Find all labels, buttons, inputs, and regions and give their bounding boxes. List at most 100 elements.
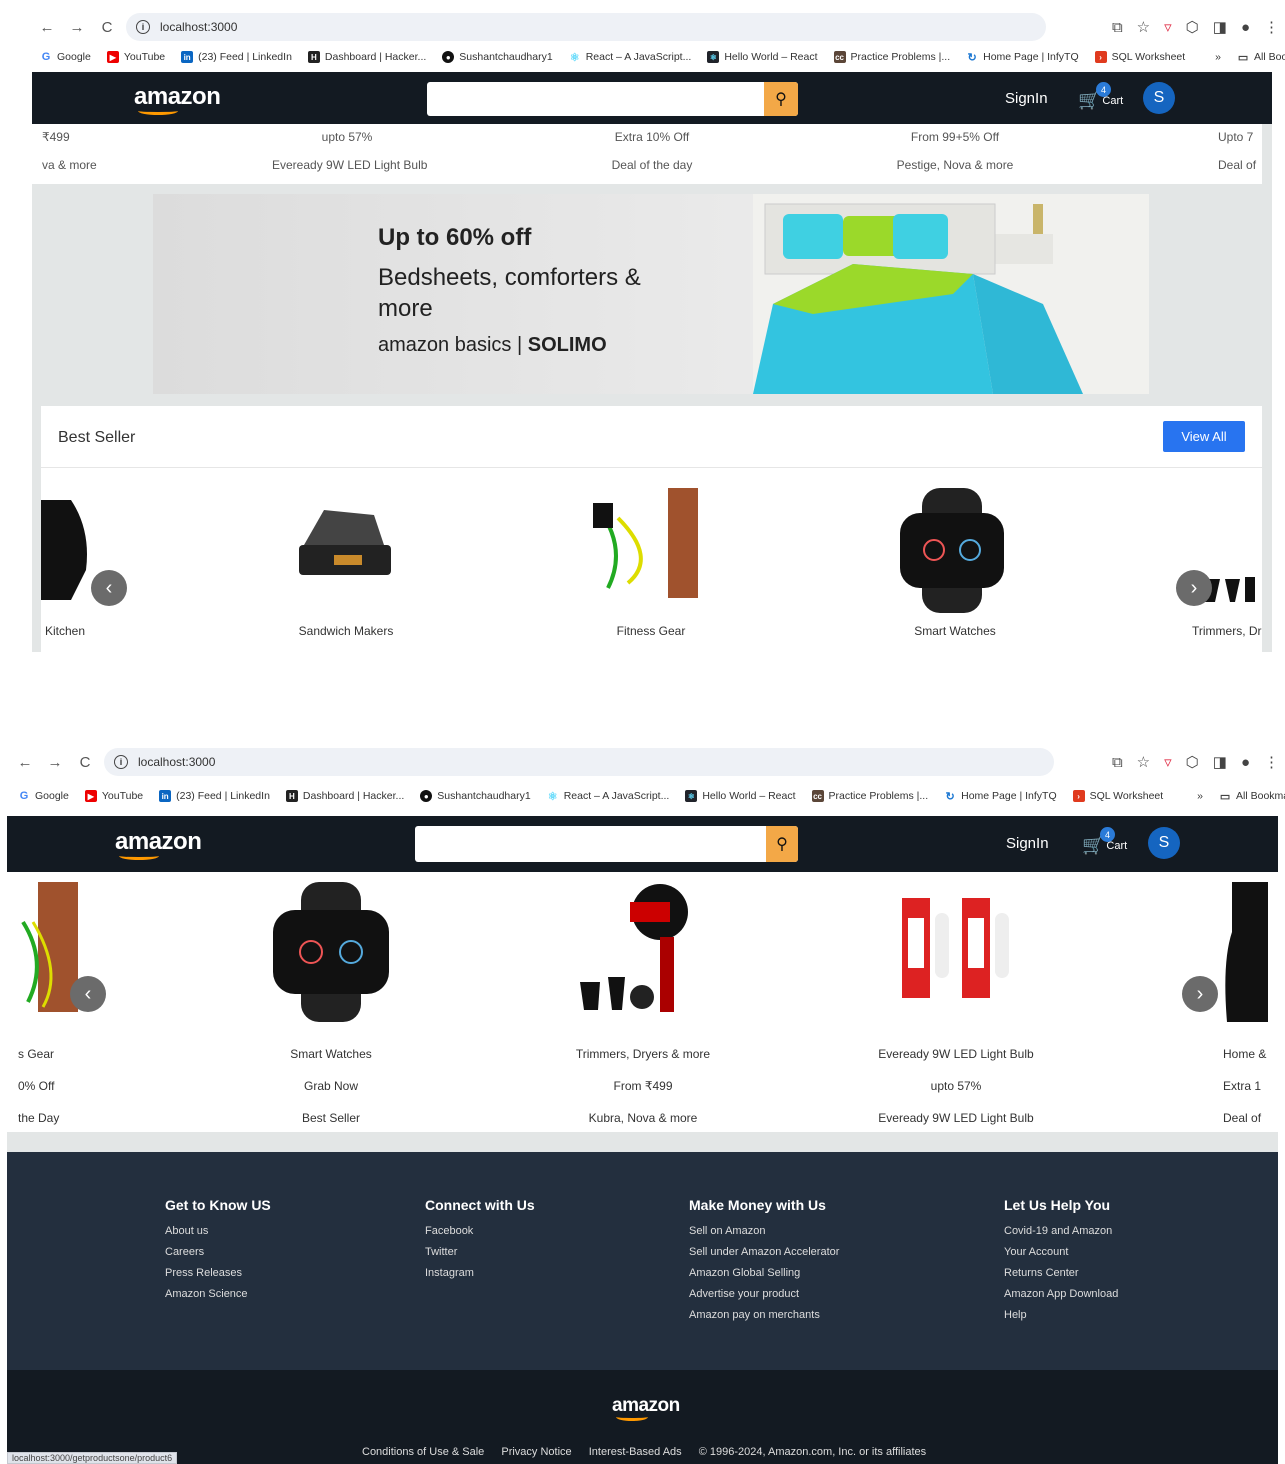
deal-item[interactable]: Upto 7 Deal of: [1218, 130, 1256, 172]
footer-link[interactable]: Press Releases: [165, 1267, 271, 1279]
bookmark-hello-world[interactable]: ⚛ Hello World – React: [707, 51, 818, 63]
bookmark-github[interactable]: ● Sushantchaudhary1: [442, 51, 553, 63]
product-label[interactable]: Kitchen: [45, 624, 85, 638]
footer-link[interactable]: Twitter: [425, 1246, 535, 1258]
bookmark-hackerrank[interactable]: H Dashboard | Hacker...: [285, 790, 404, 802]
bookmark-codechef[interactable]: cc Practice Problems |...: [811, 790, 928, 802]
promo-banner[interactable]: Up to 60% off Bedsheets, comforters & mo…: [153, 194, 1149, 394]
signin-link[interactable]: SignIn: [1005, 90, 1048, 107]
bookmark-youtube[interactable]: ▶ YouTube: [84, 790, 143, 802]
footer-link[interactable]: About us: [165, 1225, 271, 1237]
back-icon[interactable]: ←: [32, 19, 62, 36]
info-icon[interactable]: i: [136, 20, 150, 34]
star-icon[interactable]: ☆: [1137, 753, 1150, 771]
deal-item[interactable]: Extra 10% Off Deal of the day: [577, 130, 727, 172]
product-card[interactable]: s Gear 0% Off the Day: [18, 1038, 59, 1134]
footer-link[interactable]: Advertise your product: [689, 1288, 839, 1300]
interest-ads-link[interactable]: Interest-Based Ads: [589, 1446, 682, 1458]
product-label[interactable]: Smart Watches: [880, 624, 1030, 638]
info-icon[interactable]: i: [114, 755, 128, 769]
bookmark-google[interactable]: G Google: [40, 51, 91, 63]
bookmark-youtube[interactable]: ▶ YouTube: [106, 51, 165, 63]
footer-amazon-logo[interactable]: amazon: [612, 1395, 680, 1421]
pocket-icon[interactable]: ▿: [1164, 18, 1172, 36]
bookmark-hackerrank[interactable]: H Dashboard | Hacker...: [307, 51, 426, 63]
product-label[interactable]: Fitness Gear: [576, 624, 726, 638]
footer-link[interactable]: Your Account: [1004, 1246, 1118, 1258]
footer-link[interactable]: Sell under Amazon Accelerator: [689, 1246, 839, 1258]
pocket-icon[interactable]: ▿: [1164, 753, 1172, 771]
search-input[interactable]: [427, 82, 798, 116]
product-label[interactable]: Sandwich Makers: [271, 624, 421, 638]
bookmark-github[interactable]: ● Sushantchaudhary1: [420, 790, 531, 802]
more-bookmarks[interactable]: »: [1215, 51, 1221, 63]
bookmark-infytq[interactable]: ↻ Home Page | InfyTQ: [966, 51, 1079, 64]
menu-icon[interactable]: ⋮: [1264, 753, 1279, 771]
search-icon[interactable]: ⚲: [764, 82, 798, 116]
product-card[interactable]: Eveready 9W LED Light Bulb upto 57% Ever…: [870, 1038, 1042, 1134]
bookmark-sql[interactable]: › SQL Worksheet: [1094, 51, 1185, 63]
footer-link[interactable]: Instagram: [425, 1267, 535, 1279]
reload-icon[interactable]: C: [92, 19, 122, 36]
install-icon[interactable]: ⧉: [1112, 19, 1123, 36]
footer-link[interactable]: Help: [1004, 1309, 1118, 1321]
sidepanel-icon[interactable]: ◨: [1213, 753, 1227, 771]
privacy-link[interactable]: Privacy Notice: [501, 1446, 571, 1458]
search-icon[interactable]: ⚲: [766, 826, 798, 862]
avatar[interactable]: S: [1143, 82, 1175, 114]
more-bookmarks[interactable]: »: [1197, 790, 1203, 802]
bookmark-infytq[interactable]: ↻ Home Page | InfyTQ: [944, 790, 1057, 803]
bookmark-linkedin[interactable]: in (23) Feed | LinkedIn: [181, 51, 292, 63]
cart-button[interactable]: 🛒 4 Cart: [1078, 82, 1123, 111]
carousel-prev-button[interactable]: ‹: [91, 570, 127, 606]
view-all-button[interactable]: View All: [1163, 421, 1245, 452]
carousel-next-button[interactable]: ›: [1176, 570, 1212, 606]
install-icon[interactable]: ⧉: [1112, 754, 1123, 771]
all-bookmarks[interactable]: ▭All Bookmarks: [1237, 51, 1285, 64]
search-input[interactable]: [415, 826, 798, 862]
amazon-logo[interactable]: amazon: [134, 83, 221, 115]
sidepanel-icon[interactable]: ◨: [1213, 18, 1227, 36]
footer-link[interactable]: Covid-19 and Amazon: [1004, 1225, 1118, 1237]
profile-icon[interactable]: ●: [1241, 754, 1250, 771]
footer-link[interactable]: Amazon pay on merchants: [689, 1309, 839, 1321]
carousel-prev-button[interactable]: ‹: [70, 976, 106, 1012]
deal-item[interactable]: upto 57% Eveready 9W LED Light Bulb: [272, 130, 427, 172]
bookmark-sql[interactable]: › SQL Worksheet: [1072, 790, 1163, 802]
footer-link[interactable]: Facebook: [425, 1225, 535, 1237]
deal-item[interactable]: From 99+5% Off Pestige, Nova & more: [880, 130, 1030, 172]
bookmark-codechef[interactable]: cc Practice Problems |...: [833, 51, 950, 63]
bookmark-linkedin[interactable]: in (23) Feed | LinkedIn: [159, 790, 270, 802]
bookmark-google[interactable]: G Google: [18, 790, 69, 802]
footer-link[interactable]: Returns Center: [1004, 1267, 1118, 1279]
profile-icon[interactable]: ●: [1241, 19, 1250, 36]
deal-item[interactable]: ₹499 va & more: [42, 130, 97, 172]
conditions-link[interactable]: Conditions of Use & Sale: [362, 1446, 484, 1458]
footer-link[interactable]: Amazon App Download: [1004, 1288, 1118, 1300]
product-card[interactable]: Trimmers, Dryers & more From ₹499 Kubra,…: [558, 1038, 728, 1134]
footer-link[interactable]: Amazon Global Selling: [689, 1267, 839, 1279]
url-bar[interactable]: i localhost:3000: [126, 13, 1046, 41]
forward-icon[interactable]: →: [62, 19, 92, 36]
product-card[interactable]: Home & Extra 1 Deal of: [1223, 1038, 1266, 1134]
back-icon[interactable]: ←: [10, 754, 40, 771]
star-icon[interactable]: ☆: [1137, 18, 1150, 36]
cart-button[interactable]: 🛒 4 Cart: [1082, 827, 1127, 856]
amazon-logo[interactable]: amazon: [115, 828, 202, 860]
reload-icon[interactable]: C: [70, 754, 100, 771]
avatar[interactable]: S: [1148, 827, 1180, 859]
product-card[interactable]: Smart Watches Grab Now Best Seller: [256, 1038, 406, 1134]
bookmark-react[interactable]: ⚛ React – A JavaScript...: [547, 790, 670, 803]
bookmark-hello-world[interactable]: ⚛ Hello World – React: [685, 790, 796, 802]
extensions-icon[interactable]: ⬡: [1186, 753, 1199, 771]
footer-link[interactable]: Careers: [165, 1246, 271, 1258]
signin-link[interactable]: SignIn: [1006, 835, 1049, 852]
forward-icon[interactable]: →: [40, 754, 70, 771]
menu-icon[interactable]: ⋮: [1264, 18, 1279, 36]
extensions-icon[interactable]: ⬡: [1186, 18, 1199, 36]
footer-link[interactable]: Sell on Amazon: [689, 1225, 839, 1237]
all-bookmarks[interactable]: ▭All Bookmarks: [1219, 790, 1285, 803]
bookmark-react[interactable]: ⚛ React – A JavaScript...: [569, 51, 692, 64]
product-label[interactable]: Trimmers, Dr: [1192, 624, 1262, 638]
footer-link[interactable]: Amazon Science: [165, 1288, 271, 1300]
